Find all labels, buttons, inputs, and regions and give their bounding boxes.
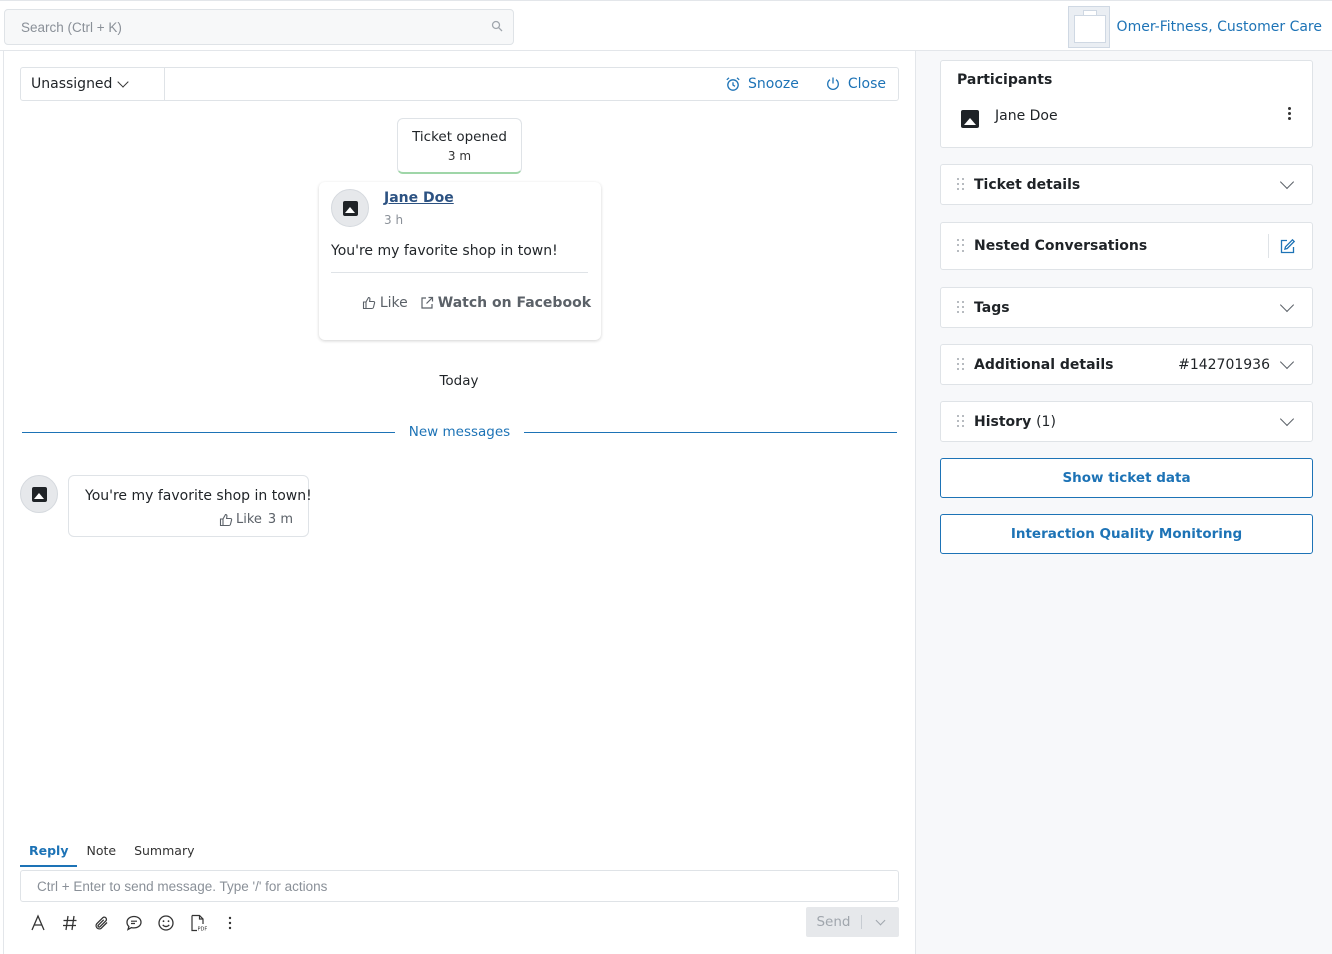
chevron-down-icon — [1279, 174, 1295, 189]
search-icon — [491, 20, 503, 32]
more-vertical-icon[interactable] — [214, 911, 246, 935]
history-label: History — [974, 413, 1032, 430]
interaction-quality-monitoring-button[interactable]: Interaction Quality Monitoring — [940, 514, 1313, 554]
chevron-down-icon — [117, 76, 130, 88]
edit-icon — [1280, 238, 1296, 253]
history-panel[interactable]: History (1) — [940, 401, 1313, 442]
snooze-button[interactable]: Snooze — [725, 76, 799, 92]
send-button[interactable]: Send — [806, 914, 861, 930]
drag-handle-icon[interactable] — [957, 177, 967, 192]
image-icon — [961, 110, 979, 128]
top-bar: Omer-Fitness, Customer Care — [0, 0, 1332, 51]
message-like-button[interactable]: Like — [219, 512, 262, 527]
image-icon — [342, 200, 358, 216]
canned-response-icon[interactable] — [118, 911, 150, 935]
post-like-label: Like — [379, 295, 408, 311]
divider — [331, 272, 588, 273]
new-messages-divider: New messages — [22, 422, 897, 442]
assignee-dropdown[interactable]: Unassigned — [21, 68, 165, 100]
drag-handle-icon[interactable] — [957, 239, 967, 253]
action-bar: Unassigned Snooze Close — [20, 67, 899, 101]
message-time: 3 m — [267, 512, 293, 527]
ticket-details-title: Ticket details — [974, 176, 1081, 193]
new-messages-label: New messages — [408, 424, 511, 440]
avatar — [20, 475, 58, 513]
tab-summary[interactable]: Summary — [125, 840, 203, 867]
participant-name: Jane Doe — [995, 108, 1058, 124]
close-label: Close — [847, 76, 886, 92]
send-button-group: Send — [806, 907, 899, 937]
reply-tabs: Reply Note Summary — [20, 840, 204, 867]
drag-handle-icon[interactable] — [957, 357, 967, 372]
image-icon — [31, 486, 47, 502]
close-button[interactable]: Close — [825, 76, 886, 92]
history-count: (1) — [1036, 413, 1056, 430]
post-author-link[interactable]: Jane Doe — [384, 190, 454, 206]
send-options-dropdown[interactable] — [862, 915, 899, 925]
participants-panel: Participants Jane Doe — [940, 60, 1313, 148]
show-ticket-data-button[interactable]: Show ticket data — [940, 458, 1313, 498]
ticket-id: #142701936 — [1178, 356, 1270, 373]
svg-text:PDF: PDF — [198, 927, 208, 933]
participants-title: Participants — [957, 72, 1053, 88]
message-bubble: You're my favorite shop in town! Like 3 … — [68, 475, 312, 537]
post-time: 3 h — [384, 213, 404, 227]
ticket-details-panel[interactable]: Ticket details — [940, 164, 1313, 205]
message-like-label: Like — [236, 512, 262, 527]
watch-label: Watch on Facebook — [437, 295, 591, 311]
message-text: You're my favorite shop in town! — [85, 488, 312, 504]
emoji-icon[interactable] — [150, 911, 182, 935]
watch-on-facebook-link[interactable]: Watch on Facebook — [420, 295, 591, 311]
thumbs-up-icon — [362, 296, 376, 310]
chevron-down-icon — [1279, 297, 1295, 312]
post-like-button[interactable]: Like — [362, 295, 408, 311]
text-format-icon[interactable] — [22, 911, 54, 935]
avatar — [331, 189, 369, 227]
nested-conversations-title: Nested Conversations — [974, 238, 1148, 254]
drag-handle-icon[interactable] — [957, 300, 967, 315]
additional-details-title: Additional details — [974, 356, 1114, 373]
chevron-down-icon — [1279, 354, 1295, 369]
search-box[interactable] — [4, 9, 514, 45]
participant-row[interactable]: Jane Doe — [961, 104, 1058, 128]
post-text: You're my favorite shop in town! — [331, 243, 558, 259]
reply-input[interactable] — [21, 871, 898, 901]
hashtag-icon[interactable] — [54, 911, 86, 935]
assignee-label: Unassigned — [31, 76, 113, 92]
search-input[interactable] — [5, 10, 465, 44]
conversation-pane: Unassigned Snooze Close Ticket opened 3 … — [4, 51, 915, 954]
brand-logo-icon — [1067, 6, 1110, 48]
chevron-down-icon — [875, 915, 886, 925]
day-separator: Today — [431, 367, 487, 395]
tags-title: Tags — [974, 299, 1010, 316]
composer-toolbar: PDF — [22, 911, 246, 935]
reply-box[interactable] — [20, 870, 899, 902]
drag-handle-icon[interactable] — [957, 414, 967, 429]
ticket-sidebar: Participants Jane Doe Ticket details Nes… — [916, 51, 1332, 954]
more-vertical-icon[interactable] — [1288, 107, 1292, 123]
facebook-post-card: Jane Doe 3 h You're my favorite shop in … — [319, 182, 601, 340]
tags-panel[interactable]: Tags — [940, 287, 1313, 328]
paperclip-icon[interactable] — [86, 911, 118, 935]
ticket-opened-label: Ticket opened — [412, 129, 507, 145]
history-title: History (1) — [974, 414, 1056, 430]
external-link-icon — [421, 296, 433, 309]
edit-button[interactable] — [1268, 234, 1296, 258]
tab-note[interactable]: Note — [77, 840, 125, 867]
chevron-down-icon — [1279, 411, 1295, 426]
brand-name: Omer-Fitness, Customer Care — [1116, 19, 1322, 35]
pdf-icon[interactable]: PDF — [182, 911, 214, 935]
power-icon — [826, 77, 839, 90]
ticket-opened-time: 3 m — [447, 149, 472, 163]
additional-details-panel[interactable]: Additional details #142701936 — [940, 344, 1313, 385]
snooze-label: Snooze — [748, 76, 799, 92]
nested-conversations-panel[interactable]: Nested Conversations — [940, 222, 1313, 270]
alarm-clock-icon — [726, 77, 740, 91]
brand[interactable]: Omer-Fitness, Customer Care — [1067, 6, 1322, 48]
message-meta: Like 3 m — [219, 512, 293, 527]
ticket-opened-event: Ticket opened 3 m — [397, 118, 522, 174]
thumbs-up-icon — [219, 513, 233, 526]
post-actions: Like Watch on Facebook — [362, 295, 591, 311]
tab-reply[interactable]: Reply — [20, 840, 78, 867]
